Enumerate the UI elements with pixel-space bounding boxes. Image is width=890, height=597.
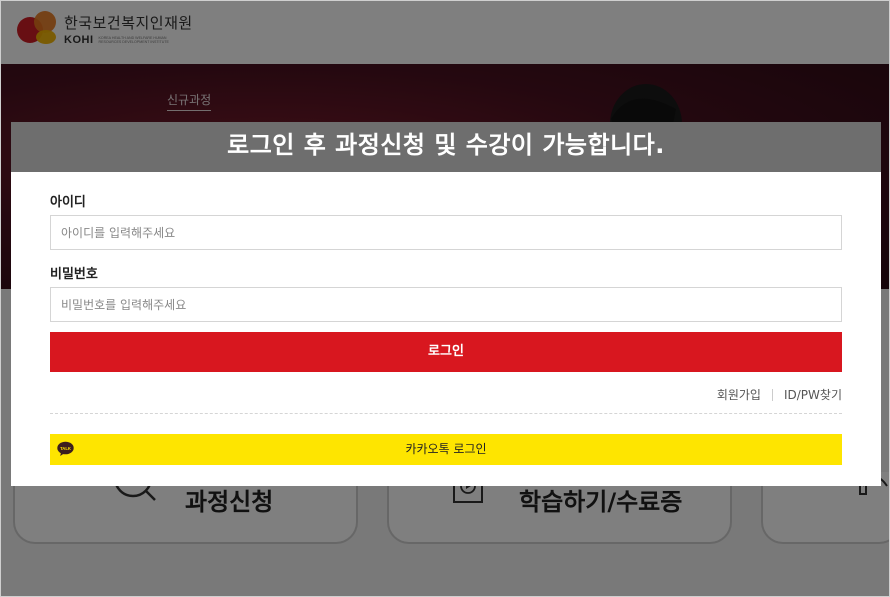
login-button[interactable]: 로그인	[50, 332, 842, 372]
password-label: 비밀번호	[50, 267, 98, 282]
kakao-icon-text: TALK	[60, 446, 71, 451]
join-link[interactable]: 회원가입	[717, 386, 761, 403]
modal-title: 로그인 후 과정신청 및 수강이 가능합니다.	[11, 122, 881, 172]
password-input[interactable]	[50, 287, 842, 322]
divider	[50, 413, 842, 414]
kakao-login-label: 카카오톡 로그인	[405, 442, 487, 456]
account-links: 회원가입 ID/PW찾기	[717, 386, 842, 403]
find-id-pw-link[interactable]: ID/PW찾기	[784, 386, 842, 403]
page: 한국보건복지인재원 KOHI KOREA HEALTH AND WELFARE …	[0, 0, 890, 597]
kakao-login-button[interactable]: TALK 카카오톡 로그인	[50, 434, 842, 465]
kakao-talk-icon: TALK	[57, 441, 74, 456]
id-label: 아이디	[50, 195, 86, 210]
link-divider	[771, 388, 773, 401]
id-input[interactable]	[50, 215, 842, 250]
login-modal: 로그인 후 과정신청 및 수강이 가능합니다. 아이디 비밀번호 로그인 회원가…	[11, 122, 881, 486]
